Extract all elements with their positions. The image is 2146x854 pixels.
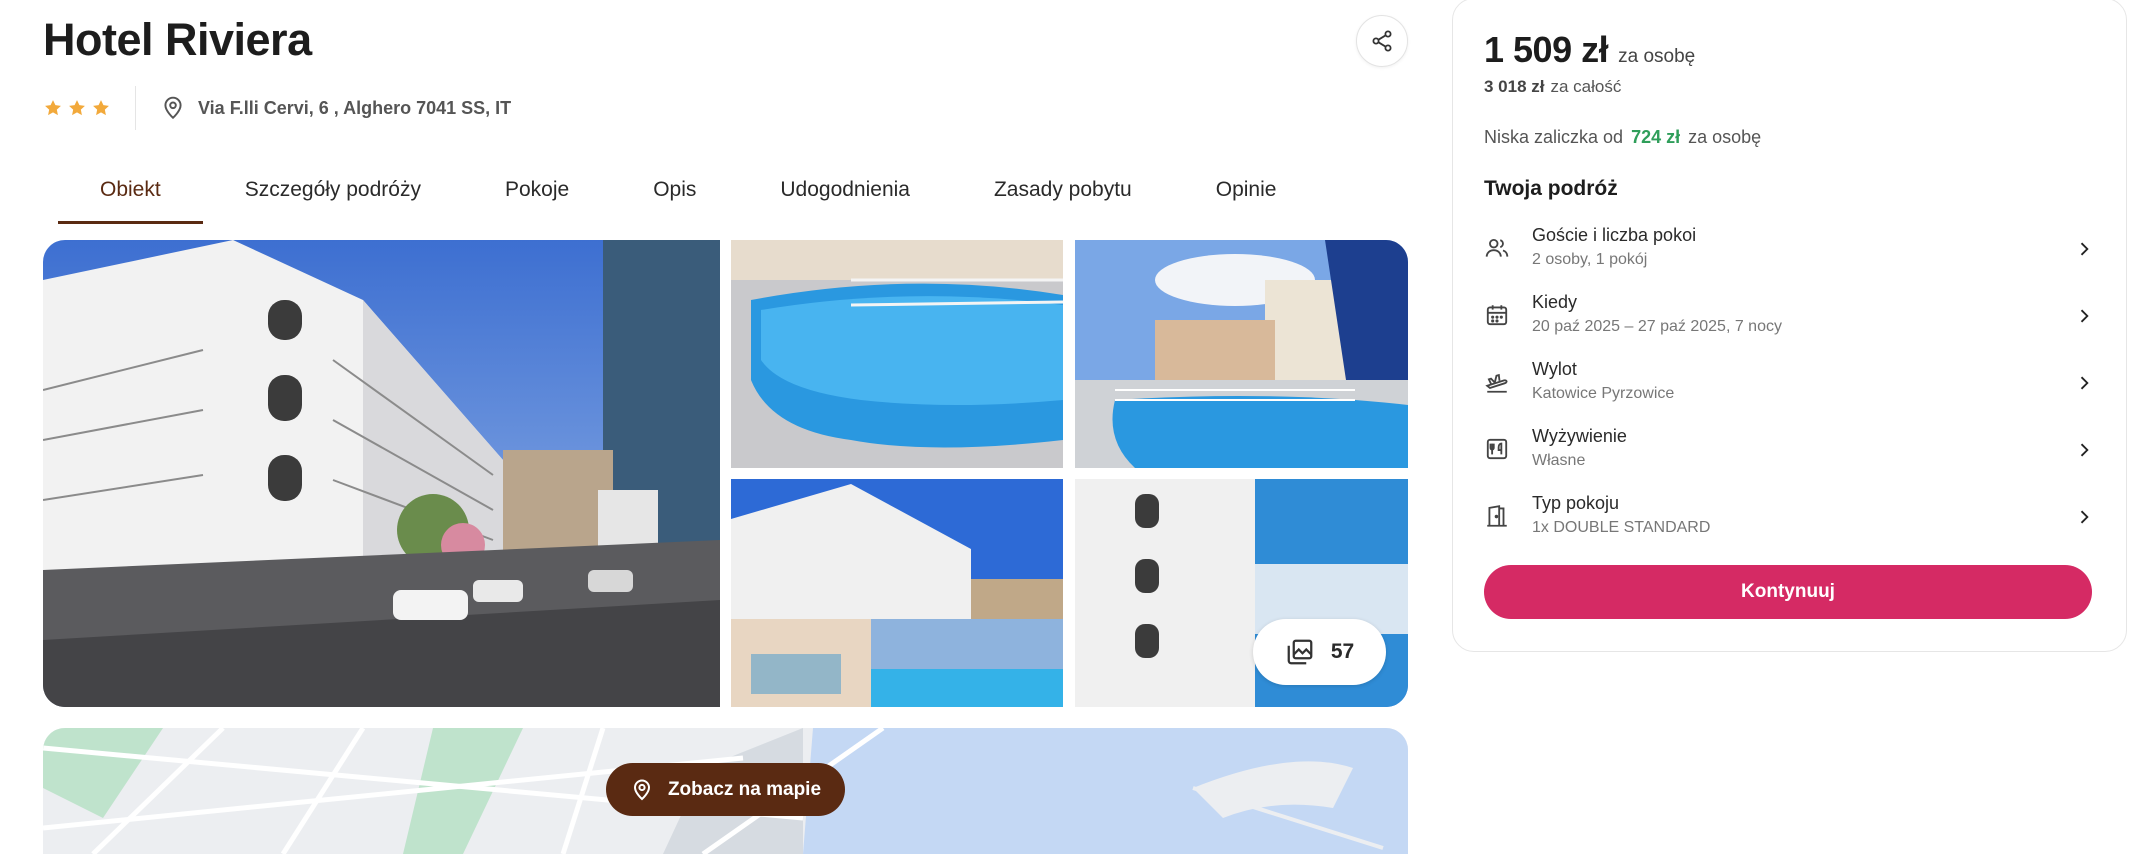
- tab-zasady-pobytu[interactable]: Zasady pobytu: [952, 166, 1174, 224]
- price-per-person: 1 509 zł za osobę: [1484, 29, 1695, 71]
- trip-row-value: 20 paź 2025 – 27 paź 2025, 7 nocy: [1532, 318, 1782, 335]
- chevron-right-icon: [2080, 242, 2089, 256]
- photo-gallery-icon: [1287, 639, 1313, 665]
- tab-obiekt[interactable]: Obiekt: [58, 166, 203, 224]
- pool-photo: [731, 240, 1063, 468]
- trip-row-guests[interactable]: Goście i liczba pokoi 2 osoby, 1 pokój: [1484, 221, 2094, 281]
- tab-szczegoly-podrozy[interactable]: Szczegóły podróży: [203, 166, 463, 224]
- star-rating: [43, 86, 136, 130]
- trip-row-departure[interactable]: Wylot Katowice Pyrzowice: [1484, 355, 2094, 415]
- hotel-meta: Via F.lli Cervi, 6 , Alghero 7041 SS, IT: [43, 86, 511, 130]
- tab-opinie[interactable]: Opinie: [1174, 166, 1319, 224]
- chevron-right-icon: [2080, 510, 2089, 524]
- hotel-collage-photo: [731, 479, 1063, 707]
- chevron-right-icon: [2080, 443, 2089, 457]
- trip-row-label: Kiedy: [1532, 292, 1578, 312]
- trip-row-value: Katowice Pyrzowice: [1532, 385, 1675, 402]
- photo-count-label: 57: [1330, 640, 1355, 663]
- booking-panel: 1 509 zł za osobę 3 018 zł za całość Nis…: [1452, 0, 2127, 652]
- price-total-value: 3 018 zł: [1484, 77, 1545, 96]
- photo-count-button[interactable]: 57: [1253, 619, 1386, 685]
- tab-opis[interactable]: Opis: [611, 166, 738, 224]
- price-value: 1 509 zł: [1484, 29, 1609, 70]
- trip-row-dates[interactable]: Kiedy 20 paź 2025 – 27 paź 2025, 7 nocy: [1484, 288, 2094, 348]
- share-icon: [1372, 30, 1392, 52]
- chevron-right-icon: [2080, 309, 2089, 323]
- hotel-page: Hotel Riviera Via F.lli Cervi, 6 , Alghe…: [0, 0, 2146, 854]
- plane-departure-icon: [1485, 373, 1508, 393]
- trip-row-label: Wylot: [1532, 359, 1577, 379]
- trip-row-value: 1x DOUBLE STANDARD: [1532, 519, 1711, 536]
- gallery-photo-collage-1[interactable]: [731, 479, 1063, 707]
- guests-icon: [1485, 238, 1509, 257]
- location-pin-icon: [164, 96, 182, 120]
- share-button[interactable]: [1356, 15, 1408, 67]
- location-pin-icon: [633, 779, 650, 800]
- star-icon: [69, 100, 85, 116]
- price-total: 3 018 zł za całość: [1484, 77, 1621, 97]
- trip-row-meals[interactable]: Wyżywienie Własne: [1484, 422, 2094, 482]
- deposit-info: Niska zaliczka od 724 zł za osobę: [1484, 127, 1761, 148]
- tab-udogodnienia[interactable]: Udogodnienia: [738, 166, 952, 224]
- section-tabs: Obiekt Szczegóły podróży Pokoje Opis Udo…: [58, 166, 1318, 224]
- trip-row-value: Własne: [1532, 452, 1586, 469]
- deposit-prefix: Niska zaliczka od: [1484, 127, 1624, 147]
- map-button-label: Zobacz na mapie: [667, 778, 822, 800]
- trip-row-value: 2 osoby, 1 pokój: [1532, 251, 1648, 268]
- star-icon: [45, 100, 61, 116]
- trip-title: Twoja podróż: [1484, 177, 1618, 200]
- page-title: Hotel Riviera: [43, 14, 312, 65]
- meal-icon: [1486, 438, 1508, 460]
- calendar-icon: [1486, 305, 1508, 326]
- show-on-map-button[interactable]: Zobacz na mapie: [606, 763, 845, 816]
- star-icon: [93, 100, 109, 116]
- gallery-main-photo[interactable]: [43, 240, 720, 707]
- continue-button[interactable]: Kontynuuj: [1484, 565, 2092, 619]
- trip-row-room-type[interactable]: Typ pokoju 1x DOUBLE STANDARD: [1484, 489, 2094, 549]
- trip-row-label: Wyżywienie: [1532, 426, 1627, 446]
- hotel-address[interactable]: Via F.lli Cervi, 6 , Alghero 7041 SS, IT: [136, 95, 511, 121]
- trip-row-label: Typ pokoju: [1532, 493, 1620, 513]
- chevron-right-icon: [2080, 376, 2089, 390]
- door-icon: [1487, 505, 1507, 527]
- hotel-building-photo: [43, 240, 720, 707]
- address-text: Via F.lli Cervi, 6 , Alghero 7041 SS, IT: [198, 97, 512, 118]
- deposit-amount: 724 zł: [1631, 127, 1681, 147]
- pool-terrace-photo: [1075, 240, 1408, 468]
- gallery-photo-pool-1[interactable]: [731, 240, 1063, 468]
- trip-row-label: Goście i liczba pokoi: [1532, 225, 1697, 245]
- price-suffix: za osobę: [1618, 46, 1696, 67]
- price-total-suffix: za całość: [1550, 77, 1622, 96]
- tab-pokoje[interactable]: Pokoje: [463, 166, 611, 224]
- gallery-photo-pool-2[interactable]: [1075, 240, 1408, 468]
- deposit-suffix: za osobę: [1688, 127, 1762, 147]
